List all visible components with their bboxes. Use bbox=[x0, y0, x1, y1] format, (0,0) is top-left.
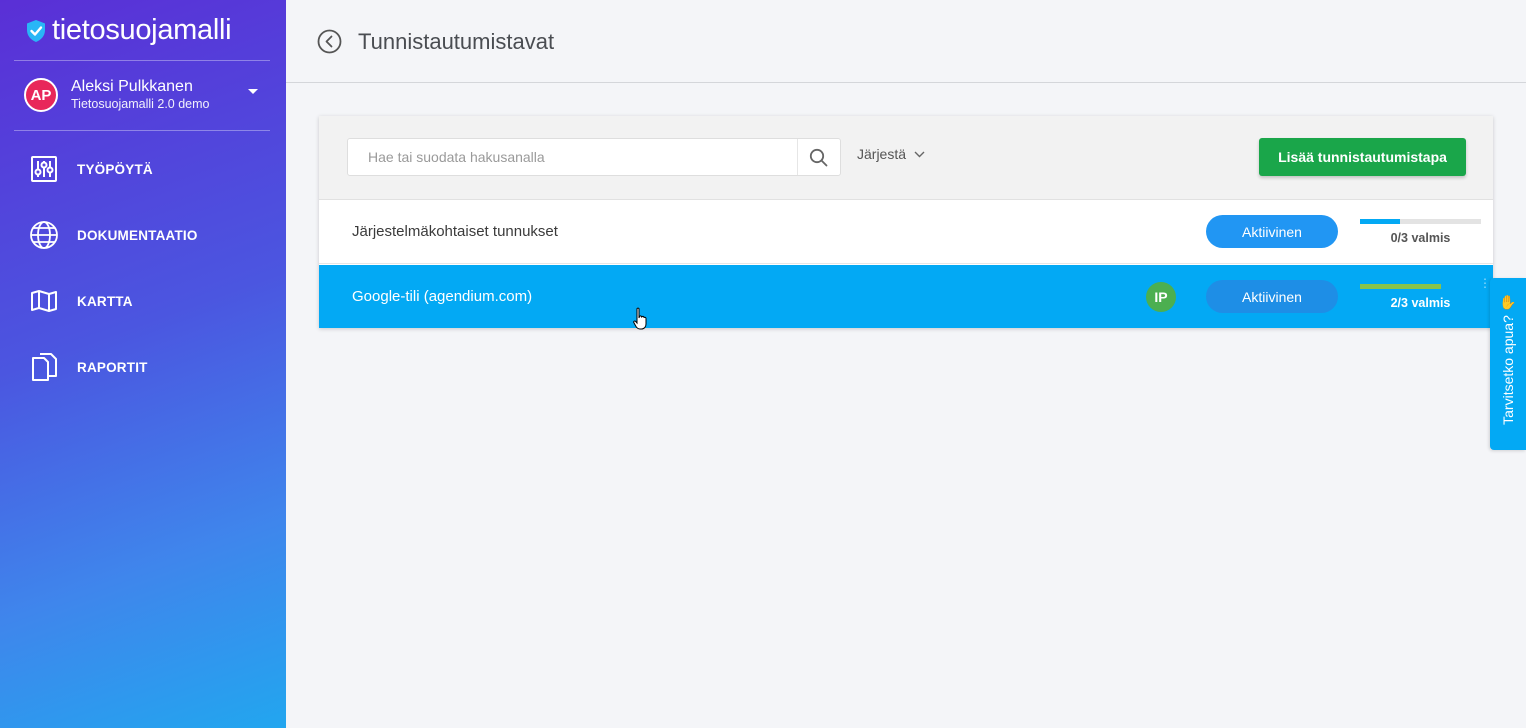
documents-icon bbox=[28, 351, 60, 383]
sidebar-divider bbox=[14, 130, 270, 131]
globe-icon bbox=[28, 219, 60, 251]
sidebar-item-label: TYÖPÖYTÄ bbox=[77, 161, 153, 177]
sort-label: Järjestä bbox=[857, 146, 907, 162]
list-item[interactable]: Järjestelmäkohtaiset tunnukset Aktiivine… bbox=[319, 200, 1493, 264]
sidebar-item-label: DOKUMENTAATIO bbox=[77, 227, 198, 243]
search-input[interactable] bbox=[348, 139, 798, 175]
logo[interactable]: tietosuojamalli bbox=[26, 14, 232, 47]
row-title: Järjestelmäkohtaiset tunnukset bbox=[352, 223, 558, 240]
user-name: Aleksi Pulkkanen bbox=[71, 78, 193, 95]
sliders-icon bbox=[28, 153, 60, 185]
page-title: Tunnistautumistavat bbox=[358, 29, 555, 54]
sidebar-item-tyopoyta[interactable]: TYÖPÖYTÄ bbox=[28, 153, 153, 185]
hand-cursor-icon bbox=[633, 307, 647, 330]
progress-fill bbox=[1360, 284, 1442, 289]
help-tab[interactable]: ✋ Tarvitsetko apua? bbox=[1490, 278, 1526, 450]
back-arrow-icon[interactable] bbox=[317, 29, 342, 54]
logo-text: tietosuojamalli bbox=[52, 14, 232, 46]
page-header: Tunnistautumistavat bbox=[286, 0, 1526, 83]
help-label: Tarvitsetko apua? bbox=[1500, 315, 1516, 425]
sidebar-item-kartta[interactable]: KARTTA bbox=[28, 285, 133, 317]
toolbar: Järjestä Lisää tunnistautumistapa bbox=[319, 116, 1493, 200]
list-item[interactable]: Google-tili (agendium.com) IP Aktiivinen… bbox=[319, 265, 1493, 328]
sidebar-item-dokumentaatio[interactable]: DOKUMENTAATIO bbox=[28, 219, 198, 251]
progress-text: 0/3 valmis bbox=[1390, 231, 1451, 245]
authentication-methods-panel: Järjestä Lisää tunnistautumistapa Järjes… bbox=[319, 116, 1493, 328]
sidebar-item-label: KARTTA bbox=[77, 293, 133, 309]
sidebar-divider bbox=[14, 60, 270, 61]
row-title: Google-tili (agendium.com) bbox=[352, 288, 533, 305]
chevron-down-icon bbox=[914, 151, 925, 157]
avatar: AP bbox=[24, 78, 58, 112]
progress-text: 2/3 valmis bbox=[1390, 296, 1451, 310]
search-icon[interactable] bbox=[809, 148, 828, 167]
shield-check-icon bbox=[27, 19, 45, 42]
progress-fill bbox=[1360, 219, 1400, 224]
user-organization: Tietosuojamalli 2.0 demo bbox=[71, 97, 210, 111]
search-box bbox=[347, 138, 841, 176]
sidebar-item-raportit[interactable]: RAPORTIT bbox=[28, 351, 148, 383]
sidebar: tietosuojamalli AP Aleksi Pulkkanen Tiet… bbox=[0, 0, 286, 728]
sidebar-item-label: RAPORTIT bbox=[77, 359, 148, 375]
search-divider bbox=[797, 139, 798, 175]
status-button[interactable]: Aktiivinen bbox=[1206, 280, 1338, 313]
progress-bar bbox=[1360, 219, 1481, 224]
waving-hand-icon: ✋ bbox=[1499, 294, 1517, 310]
user-menu[interactable]: AP Aleksi Pulkkanen Tietosuojamalli 2.0 … bbox=[24, 77, 270, 113]
caret-down-icon[interactable] bbox=[248, 89, 258, 94]
progress-bar bbox=[1360, 284, 1481, 289]
ip-badge: IP bbox=[1146, 282, 1176, 312]
status-button[interactable]: Aktiivinen bbox=[1206, 215, 1338, 248]
sort-dropdown[interactable]: Järjestä bbox=[857, 146, 925, 162]
add-authentication-method-button[interactable]: Lisää tunnistautumistapa bbox=[1259, 138, 1466, 176]
more-options-icon[interactable]: ⋮ bbox=[1479, 277, 1491, 295]
map-icon bbox=[28, 285, 60, 317]
